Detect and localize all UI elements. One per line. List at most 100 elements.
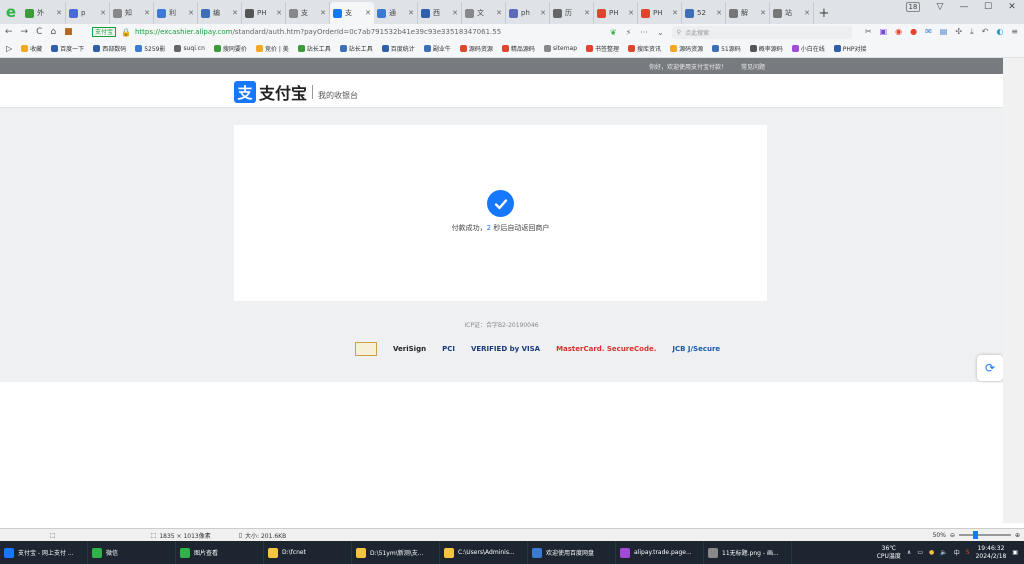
tab-close-icon[interactable]: ✕ [584, 9, 590, 17]
taskbar-app[interactable]: C:\Users\Adminis... [440, 541, 528, 564]
taskbar-app[interactable]: alipay.trade.page... [616, 541, 704, 564]
browser-logo-icon[interactable]: e [0, 0, 22, 24]
tab-close-icon[interactable]: ✕ [276, 9, 282, 17]
home-icon[interactable]: ⌂ [50, 27, 56, 37]
bookmark-item[interactable]: 源码资源 [459, 44, 493, 53]
tab-close-icon[interactable]: ✕ [56, 9, 62, 17]
browser-tab[interactable]: 编 ✕ [198, 2, 242, 24]
taskbar-app[interactable]: D:\fcnet [264, 541, 352, 564]
taskbar-app[interactable]: 欢迎使用百度网盘 [528, 541, 616, 564]
extension-icon[interactable]: ■ [64, 27, 73, 37]
tab-count-badge[interactable]: 18 [906, 2, 920, 12]
help-link[interactable]: 常见问题 [741, 62, 765, 71]
shirt-icon[interactable]: ▽ [928, 2, 952, 12]
bookmark-item[interactable]: 书签整理 [586, 44, 619, 53]
tab-close-icon[interactable]: ✕ [496, 9, 502, 17]
lightning-icon[interactable]: ⚡ [626, 28, 632, 37]
taskbar-app[interactable]: 微信 [88, 541, 176, 564]
bookmark-item[interactable]: 站长工具 [339, 44, 373, 53]
taskbar-app[interactable]: 11无标题.png - 画... [704, 541, 792, 564]
new-tab-button[interactable]: + [814, 2, 834, 24]
bookmark-item[interactable]: suqi.cn [174, 44, 205, 53]
browser-tab[interactable]: 站 ✕ [770, 2, 814, 24]
bookmark-item[interactable]: 竞价 | 美 [255, 44, 289, 53]
bookmark-item[interactable]: 西部数码 [93, 44, 126, 53]
browser-tab[interactable]: p ✕ [66, 2, 110, 24]
tab-close-icon[interactable]: ✕ [320, 9, 326, 17]
game-icon[interactable]: ◉ [895, 27, 902, 37]
download-icon[interactable]: ⤓ [970, 27, 974, 37]
bookmark-item[interactable]: 51源码 [712, 44, 741, 53]
tab-close-icon[interactable]: ✕ [232, 9, 238, 17]
bookmark-item[interactable]: 收藏 [21, 44, 42, 53]
taskbar-app[interactable]: D:\51ym\新测\支... [352, 541, 440, 564]
browser-tab[interactable]: 利 ✕ [154, 2, 198, 24]
browser-tab[interactable]: 解 ✕ [726, 2, 770, 24]
puzzle-icon[interactable]: ✣ [955, 27, 962, 37]
bookmark-item[interactable]: sitemap [543, 44, 577, 53]
chevron-down-icon[interactable]: ⌄ [657, 28, 664, 37]
ime-indicator[interactable]: 中 [954, 548, 960, 557]
bookmark-item[interactable]: 百度一下 [51, 44, 84, 53]
zoom-out-button[interactable]: ⊖ [950, 532, 955, 539]
tab-close-icon[interactable]: ✕ [628, 9, 634, 17]
tab-close-icon[interactable]: ✕ [760, 9, 766, 17]
browser-tab[interactable]: 支 ✕ [330, 2, 374, 24]
clock[interactable]: 19:46:32 2024/2/18 [976, 545, 1007, 561]
browser-tab[interactable]: 52 ✕ [682, 2, 726, 24]
bookmark-item[interactable]: 站长工具 [297, 44, 331, 53]
reload-icon[interactable]: C [36, 27, 42, 37]
security-icon[interactable]: ● [929, 549, 934, 556]
maximize-button[interactable]: ☐ [976, 2, 1000, 12]
bookmark-item[interactable]: 搜库资讯 [628, 44, 661, 53]
notification-icon[interactable]: ▣ [1012, 549, 1018, 556]
close-window-button[interactable]: ✕ [1000, 2, 1024, 12]
tab-close-icon[interactable]: ✕ [365, 9, 371, 17]
tab-close-icon[interactable]: ✕ [540, 9, 546, 17]
scissors-icon[interactable]: ✂ [865, 27, 872, 37]
tab-close-icon[interactable]: ✕ [144, 9, 150, 17]
taskbar-app[interactable]: 支付宝 - 网上支付 ... [0, 541, 88, 564]
back-icon[interactable]: ← [5, 27, 13, 37]
bookmark-item[interactable]: 小白在线 [791, 44, 825, 53]
browser-tab[interactable]: PH ✕ [638, 2, 682, 24]
browser-tab[interactable]: PH ✕ [242, 2, 286, 24]
browser-tab[interactable]: 西 ✕ [418, 2, 462, 24]
zoom-slider[interactable] [958, 531, 1011, 539]
undo-icon[interactable]: ↶ [982, 27, 989, 37]
page-scrollbar[interactable] [1003, 58, 1024, 523]
browser-tab[interactable]: 文 ✕ [462, 2, 506, 24]
extension-purple-icon[interactable]: ▣ [880, 27, 888, 37]
bookmark-item[interactable]: 百度统计 [381, 44, 415, 53]
minimize-button[interactable]: — [952, 2, 976, 12]
sogou-icon[interactable]: S [966, 549, 970, 556]
chevron-up-icon[interactable]: ∧ [907, 549, 911, 556]
bookmark-item[interactable]: 5259影 [135, 44, 165, 53]
tab-close-icon[interactable]: ✕ [716, 9, 722, 17]
browser-tab[interactable]: 知 ✕ [110, 2, 154, 24]
network-icon[interactable]: ▭ [917, 549, 923, 556]
bookmark-item[interactable]: 概率源码 [749, 44, 783, 53]
browser-tab[interactable]: 外 ✕ [22, 2, 66, 24]
bookmark-item[interactable]: 副业牛 [423, 44, 451, 53]
tab-close-icon[interactable]: ✕ [672, 9, 678, 17]
zoom-in-button[interactable]: ⊕ [1015, 532, 1020, 539]
forward-icon[interactable]: → [21, 27, 29, 37]
taskbar-app[interactable]: 图片查看 [176, 541, 264, 564]
tab-close-icon[interactable]: ✕ [100, 9, 106, 17]
browser-tab[interactable]: PH ✕ [594, 2, 638, 24]
mail-icon[interactable]: ✉ [925, 27, 932, 37]
search-input[interactable]: ⚲ 点此搜索 [671, 25, 852, 39]
zoom-slider-thumb[interactable] [972, 531, 978, 539]
tab-close-icon[interactable]: ✕ [804, 9, 810, 17]
alipay-logo[interactable]: 支 支付宝 我的收银台 [234, 80, 358, 104]
tab-close-icon[interactable]: ✕ [408, 9, 414, 17]
photo-icon[interactable]: ▤ [940, 27, 948, 37]
leaf-icon[interactable]: ❦ [610, 28, 617, 37]
bookmark-item[interactable]: 搜同要价 [213, 44, 247, 53]
browser-tab[interactable]: ph ✕ [506, 2, 550, 24]
url-field[interactable]: 支付宝 🔒 https://excashier.alipay.com/stand… [92, 26, 602, 39]
browser-tab[interactable]: 通 ✕ [374, 2, 418, 24]
browser-tab[interactable]: 支 ✕ [286, 2, 330, 24]
bookmark-item[interactable]: PHP对接 [833, 44, 867, 53]
